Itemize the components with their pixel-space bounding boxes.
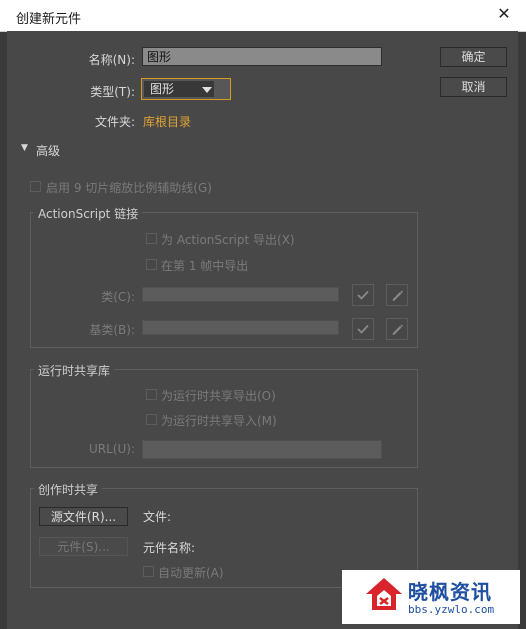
name-input[interactable]: 图形 bbox=[142, 47, 382, 66]
source-file-button[interactable]: 源文件(R)... bbox=[39, 507, 128, 526]
advanced-toggle[interactable]: 高级 bbox=[36, 142, 60, 159]
auto-update-label: 自动更新(A) bbox=[158, 566, 224, 580]
type-select[interactable]: 图形 bbox=[141, 78, 231, 100]
pencil-icon bbox=[392, 324, 403, 335]
validate-class-button[interactable] bbox=[352, 284, 374, 306]
checkmark-icon bbox=[357, 324, 369, 334]
collapse-triangle-icon[interactable]: ▼ bbox=[21, 143, 28, 153]
base-class-input[interactable] bbox=[142, 320, 339, 335]
export-for-as-checkbox[interactable] bbox=[146, 233, 157, 244]
actionscript-group-label: ActionScript 链接 bbox=[34, 205, 143, 222]
export-runtime-checkbox[interactable] bbox=[146, 389, 157, 400]
window-title: 创建新元件 bbox=[16, 12, 82, 27]
export-runtime-label: 为运行时共享导出(O) bbox=[161, 389, 276, 403]
auto-update-checkbox[interactable] bbox=[143, 566, 154, 577]
watermark-brand: 晓枫资讯 bbox=[408, 580, 492, 604]
nine-slice-label: 启用 9 切片缩放比例辅助线(G) bbox=[46, 181, 212, 195]
nine-slice-checkbox[interactable] bbox=[30, 181, 41, 192]
url-input[interactable] bbox=[142, 440, 382, 459]
validate-base-class-button[interactable] bbox=[352, 318, 374, 340]
import-runtime-checkbox[interactable] bbox=[146, 414, 157, 425]
house-logo-icon bbox=[366, 578, 402, 610]
file-label: 文件: bbox=[143, 510, 172, 524]
class-label: 类(C): bbox=[101, 290, 135, 304]
authortime-shared-group-label: 创作时共享 bbox=[34, 481, 103, 498]
import-runtime-label: 为运行时共享导入(M) bbox=[161, 414, 277, 428]
watermark: 晓枫资讯 bbs.yzwlo.com bbox=[342, 570, 520, 624]
close-icon[interactable]: ✕ bbox=[494, 4, 514, 24]
checkmark-icon bbox=[357, 290, 369, 300]
ok-button[interactable]: 确定 bbox=[440, 47, 507, 67]
type-label: 类型(T): bbox=[90, 85, 135, 99]
cancel-button[interactable]: 取消 bbox=[440, 77, 507, 97]
export-frame1-label: 在第 1 帧中导出 bbox=[161, 259, 249, 273]
symbol-button[interactable]: 元件(S)... bbox=[39, 537, 128, 556]
export-for-as-label: 为 ActionScript 导出(X) bbox=[161, 233, 295, 247]
watermark-url: bbs.yzwlo.com bbox=[408, 603, 495, 616]
folder-label: 文件夹: bbox=[94, 115, 135, 129]
chevron-down-icon bbox=[202, 87, 212, 93]
title-bar: 创建新元件 ✕ bbox=[0, 0, 526, 32]
runtime-shared-group-label: 运行时共享库 bbox=[34, 362, 115, 379]
edit-base-class-button[interactable] bbox=[386, 318, 408, 340]
folder-link[interactable]: 库根目录 bbox=[143, 113, 191, 130]
symbol-name-label: 元件名称: bbox=[143, 541, 196, 555]
pencil-icon bbox=[392, 290, 403, 301]
name-label: 名称(N): bbox=[88, 53, 135, 67]
url-label: URL(U): bbox=[89, 442, 135, 456]
base-class-label: 基类(B): bbox=[89, 323, 135, 337]
class-input[interactable] bbox=[142, 287, 339, 302]
export-frame1-checkbox[interactable] bbox=[146, 259, 157, 270]
edit-class-button[interactable] bbox=[386, 284, 408, 306]
